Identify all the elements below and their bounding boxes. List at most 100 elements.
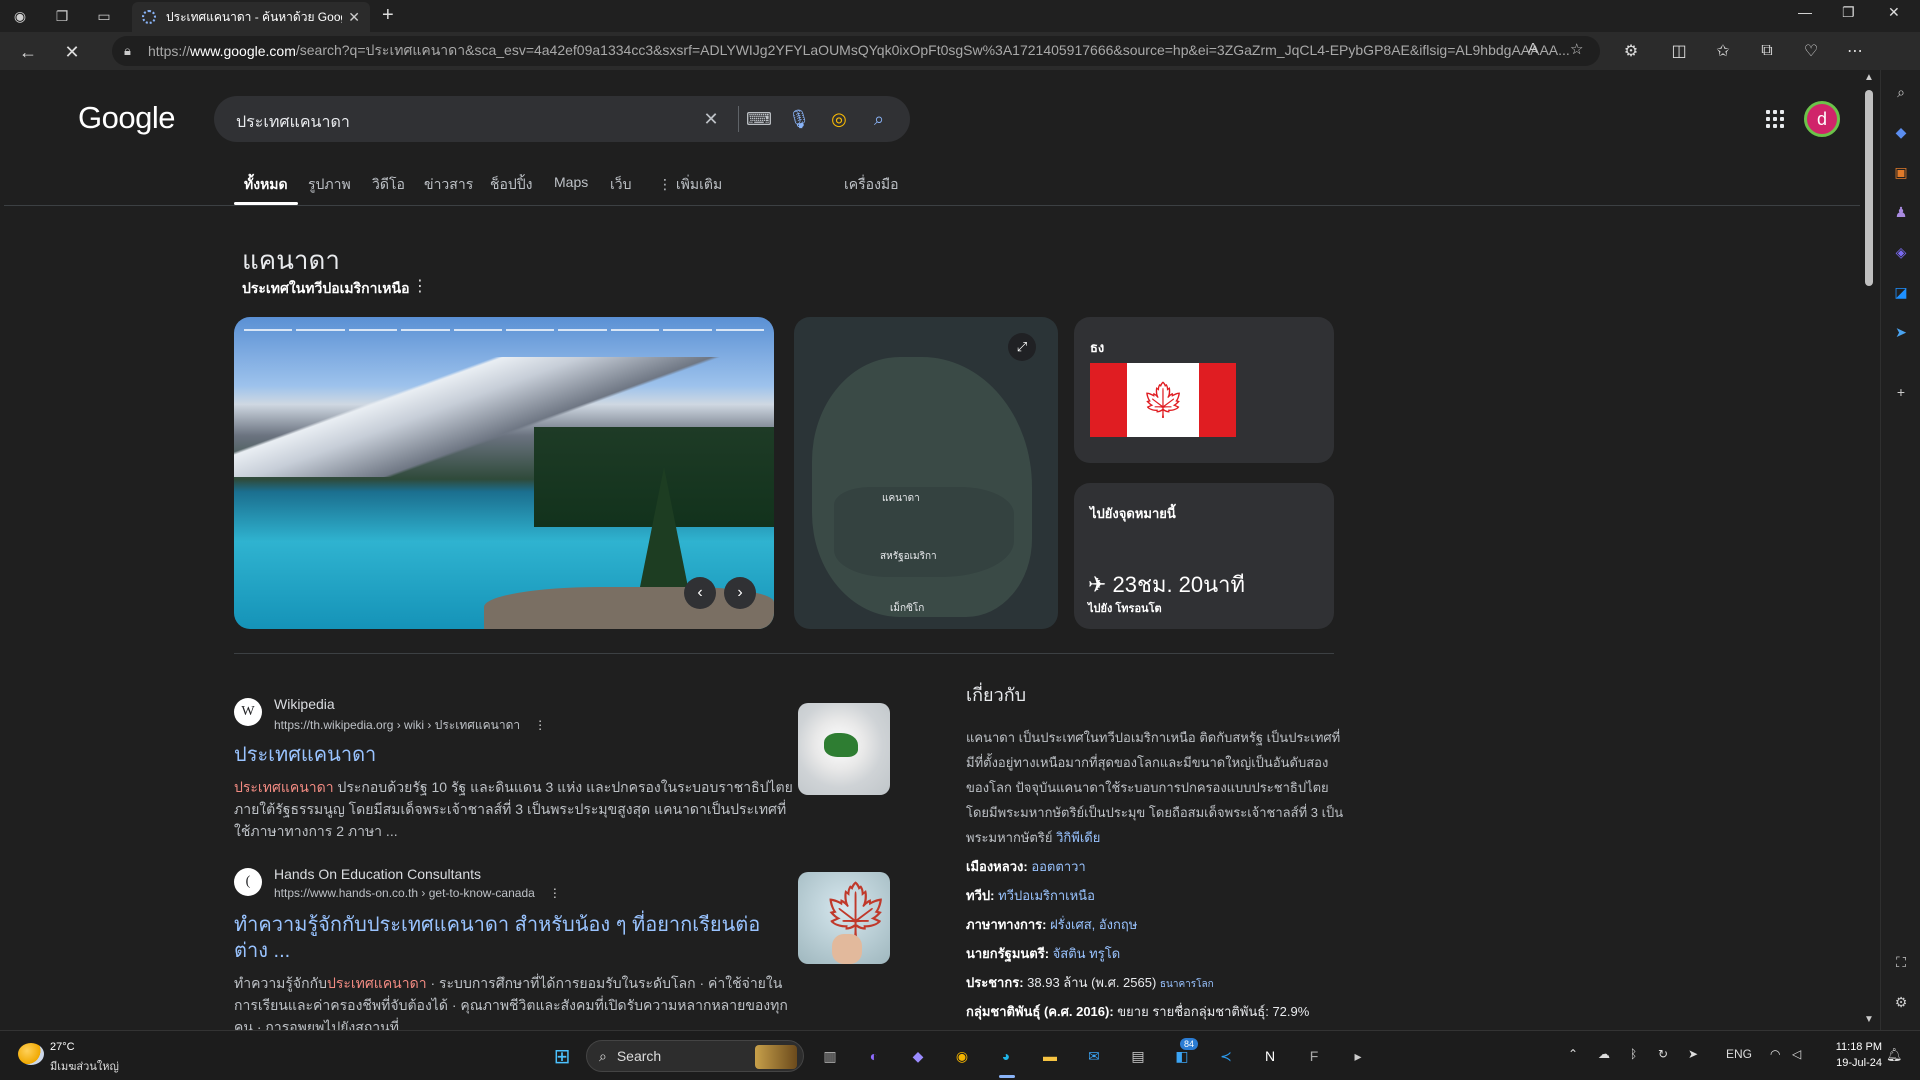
entity-title: แคนาดา bbox=[242, 245, 341, 275]
browser-essentials-icon[interactable]: ♡ bbox=[1800, 40, 1822, 62]
taskbar-search[interactable]: ⌕ Search bbox=[586, 1040, 804, 1072]
result-url[interactable]: https://th.wikipedia.org › wiki › ประเทศ… bbox=[274, 716, 546, 735]
restore-icon[interactable]: ❐ bbox=[1842, 4, 1855, 21]
onedrive-icon[interactable]: ☁ bbox=[1598, 1047, 1610, 1061]
app-f-icon[interactable]: F bbox=[1300, 1042, 1328, 1070]
clock[interactable]: 11:18 PM 19-Jul-24 bbox=[1812, 1039, 1882, 1071]
wikipedia-link[interactable]: วิกิพีเดีย bbox=[1056, 830, 1100, 845]
result-options-icon[interactable]: ⋮ bbox=[534, 718, 546, 732]
avatar[interactable]: d bbox=[1804, 101, 1840, 137]
sidebar-add-icon[interactable]: + bbox=[1891, 382, 1911, 402]
tab-web[interactable]: เว็บ bbox=[610, 174, 632, 196]
travel-card[interactable]: ไปยังจุดหมายนี้ ✈ 23ชม. 20นาที ไปยัง โทร… bbox=[1074, 483, 1334, 629]
sidebar-copilot-icon[interactable]: ◈ bbox=[1891, 242, 1911, 262]
tab-maps[interactable]: Maps bbox=[554, 174, 588, 190]
vscode-icon[interactable]: ≺ bbox=[1212, 1042, 1240, 1070]
keyboard-icon[interactable]: ⌨ bbox=[746, 108, 772, 130]
microphone-icon[interactable]: 🎙︎ bbox=[788, 108, 811, 130]
volume-icon[interactable]: ◁ bbox=[1792, 1047, 1801, 1061]
scroll-down-icon[interactable]: ▼ bbox=[1864, 1014, 1874, 1025]
result-site-name[interactable]: Wikipedia bbox=[274, 696, 335, 712]
chrome-icon[interactable]: ◉ bbox=[948, 1042, 976, 1070]
map-card[interactable]: แคนาดา สหรัฐอเมริกา เม็กซิโก ⤢ bbox=[794, 317, 1058, 629]
bluetooth-icon[interactable]: ᛒ bbox=[1630, 1047, 1637, 1061]
entity-options-icon[interactable]: ⋮ bbox=[412, 276, 428, 296]
scrollbar-thumb[interactable] bbox=[1865, 90, 1873, 286]
apps-grid-icon[interactable] bbox=[1766, 110, 1784, 128]
read-aloud-icon[interactable]: A bbox=[1528, 40, 1538, 57]
store-icon[interactable]: ▤ bbox=[1124, 1042, 1152, 1070]
sidebar-settings-icon[interactable]: ⚙ bbox=[1891, 992, 1911, 1012]
result-title-link[interactable]: ทำความรู้จักกับประเทศแคนาดา สำหรับน้อง ๆ… bbox=[234, 912, 794, 964]
split-screen-icon[interactable]: ◫ bbox=[1668, 40, 1690, 62]
sidebar-outlook-icon[interactable]: ◪ bbox=[1891, 282, 1911, 302]
tab-more[interactable]: ⋮ เพิ่มเติม bbox=[658, 174, 722, 196]
tab-news[interactable]: ข่าวสาร bbox=[424, 174, 473, 196]
expand-map-icon[interactable]: ⤢ bbox=[1008, 333, 1036, 361]
carousel-next-icon[interactable]: › bbox=[724, 577, 756, 609]
workspaces-icon[interactable]: ❐ bbox=[52, 6, 72, 26]
lock-icon[interactable]: 🔒︎ bbox=[124, 43, 131, 59]
result-url[interactable]: https://www.hands-on.co.th › get-to-know… bbox=[274, 886, 561, 900]
weather-widget[interactable]: 27°C มีเมฆส่วนใหญ่ bbox=[18, 1041, 138, 1075]
tab-shopping[interactable]: ช็อปปิ้ง bbox=[490, 174, 533, 196]
mail-icon[interactable]: ✉ bbox=[1080, 1042, 1108, 1070]
extensions-icon[interactable]: ⚙ bbox=[1620, 40, 1642, 62]
stop-loading-icon[interactable]: ✕ bbox=[60, 40, 84, 64]
result-thumbnail-globe[interactable] bbox=[798, 703, 890, 795]
search-input[interactable]: ประเทศแคนาดา bbox=[236, 110, 350, 135]
tab-videos[interactable]: วิดีโอ bbox=[372, 174, 405, 196]
location-icon[interactable]: ➤ bbox=[1688, 1047, 1698, 1061]
search-box[interactable]: ประเทศแคนาดา ✕ ⌨ 🎙︎ ◎ ⌕ bbox=[214, 96, 910, 142]
task-view-icon[interactable]: ▥ bbox=[816, 1042, 844, 1070]
copilot-taskbar-icon[interactable]: ◐ bbox=[860, 1042, 888, 1070]
wifi-icon[interactable]: ◠ bbox=[1770, 1047, 1780, 1061]
collections-icon[interactable]: ⧉ bbox=[1756, 40, 1778, 62]
result-site-name[interactable]: Hands On Education Consultants bbox=[274, 866, 481, 882]
carousel-prev-icon[interactable]: ‹ bbox=[684, 577, 716, 609]
result-options-icon[interactable]: ⋮ bbox=[549, 886, 561, 900]
tab-actions-icon[interactable]: ▭ bbox=[94, 6, 114, 26]
file-explorer-icon[interactable]: ▬ bbox=[1036, 1042, 1064, 1070]
close-window-icon[interactable]: ✕ bbox=[1888, 4, 1900, 21]
notifications-bell-icon[interactable]: 🔔︎ bbox=[1886, 1047, 1903, 1063]
close-tab-icon[interactable]: ✕ bbox=[348, 9, 360, 26]
notion-icon[interactable]: N bbox=[1256, 1042, 1284, 1070]
sidebar-screenshot-icon[interactable]: ⛶ bbox=[1891, 952, 1911, 972]
tray-chevron-icon[interactable]: ⌃ bbox=[1568, 1047, 1578, 1061]
scroll-up-icon[interactable]: ▲ bbox=[1864, 72, 1874, 83]
minimize-icon[interactable]: — bbox=[1798, 4, 1812, 20]
sync-icon[interactable]: ↻ bbox=[1658, 1047, 1668, 1061]
terminal-icon[interactable]: ▸ bbox=[1344, 1042, 1372, 1070]
copilot-app-icon[interactable]: ◆ bbox=[904, 1042, 932, 1070]
sidebar-search-icon[interactable]: ⌕ bbox=[1891, 82, 1911, 102]
hero-image-carousel[interactable]: ‹ › bbox=[234, 317, 774, 629]
result-title-link[interactable]: ประเทศแคนาดา bbox=[234, 742, 794, 768]
sidebar-games-icon[interactable]: ♟ bbox=[1891, 202, 1911, 222]
google-logo[interactable]: Google bbox=[78, 100, 175, 136]
new-tab-icon[interactable]: + bbox=[382, 4, 394, 27]
tab-images[interactable]: รูปภาพ bbox=[308, 174, 351, 196]
tools-button[interactable]: เครื่องมือ bbox=[844, 174, 899, 196]
start-icon[interactable]: ⊞ bbox=[548, 1042, 576, 1070]
edge-icon[interactable]: ◕ bbox=[992, 1042, 1020, 1070]
sidebar-shopping-icon[interactable]: ◆ bbox=[1891, 122, 1911, 142]
profile-icon[interactable]: ◉ bbox=[10, 6, 30, 26]
search-icon[interactable]: ⌕ bbox=[868, 108, 890, 130]
settings-more-icon[interactable]: ⋯ bbox=[1844, 40, 1866, 62]
url-field[interactable]: 🔒︎ https://www.google.com/search?q=ประเท… bbox=[112, 36, 1600, 66]
page-scrollbar[interactable]: ▲ ▼ bbox=[1862, 70, 1876, 1030]
lens-icon[interactable]: ◎ bbox=[828, 108, 850, 130]
clear-icon[interactable]: ✕ bbox=[700, 108, 722, 130]
result-thumbnail-leaf[interactable]: 🍁︎ bbox=[798, 872, 890, 964]
browser-tab[interactable]: ประเทศแคนาดา - ค้นหาด้วย Google ✕ bbox=[132, 2, 370, 32]
language-indicator[interactable]: ENG bbox=[1726, 1047, 1752, 1061]
partly-cloudy-icon bbox=[18, 1043, 44, 1065]
tab-all[interactable]: ทั้งหมด bbox=[244, 174, 288, 196]
favorite-star-icon[interactable]: ☆ bbox=[1570, 40, 1583, 58]
sidebar-send-icon[interactable]: ➤ bbox=[1891, 322, 1911, 342]
favorites-icon[interactable]: ✩ bbox=[1712, 40, 1734, 62]
back-icon[interactable]: ← bbox=[16, 40, 40, 64]
flag-card[interactable]: ธง 🍁︎ bbox=[1074, 317, 1334, 463]
sidebar-tools-icon[interactable]: ▣ bbox=[1891, 162, 1911, 182]
